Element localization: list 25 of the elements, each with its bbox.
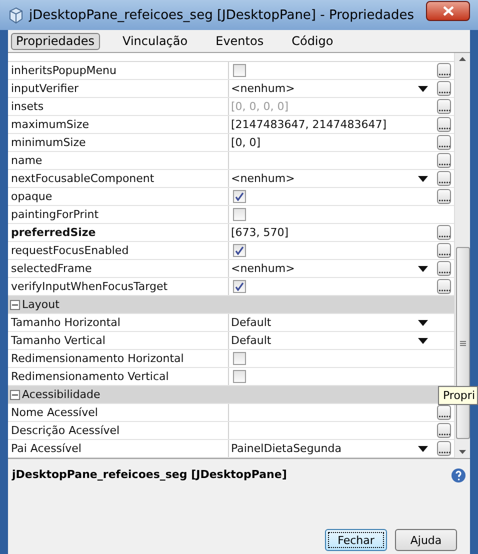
property-name: Redimensionamento Vertical	[8, 368, 229, 385]
property-name: requestFocusEnabled	[8, 242, 229, 259]
window-title: jDesktopPane_refeicoes_seg [JDesktopPane] - Propriedades	[29, 8, 416, 22]
property-name: preferredSize	[8, 224, 229, 241]
property-name: Redimensionamento Horizontal	[8, 350, 229, 367]
property-name: inheritsPopupMenu	[8, 62, 229, 79]
property-name: Tamanho Horizontal	[8, 314, 229, 331]
property-name: maximumSize	[8, 116, 229, 133]
description-title: jDesktopPane_refeicoes_seg [JDesktopPane]	[12, 468, 287, 481]
property-name: Tamanho Vertical	[8, 332, 229, 349]
category-title: Layout	[22, 298, 60, 311]
property-name: inputVerifier	[8, 80, 229, 97]
property-name: nextFocusableComponent	[8, 170, 229, 187]
property-name: paintingForPrint	[8, 206, 229, 223]
property-name: Descrição Acessível	[8, 422, 229, 439]
property-name: minimumSize	[8, 134, 229, 151]
property-name: selectedFrame	[8, 260, 229, 277]
property-name: insets	[8, 98, 229, 115]
category-title: Acessibilidade	[22, 388, 100, 401]
property-name: name	[8, 152, 229, 169]
tooltip: Propri	[438, 386, 478, 405]
property-name: Nome Acessível	[8, 404, 229, 421]
property-name: verifyInputWhenFocusTarget	[8, 278, 229, 295]
property-name: Pai Acessível	[8, 440, 229, 457]
property-name: opaque	[8, 188, 229, 205]
